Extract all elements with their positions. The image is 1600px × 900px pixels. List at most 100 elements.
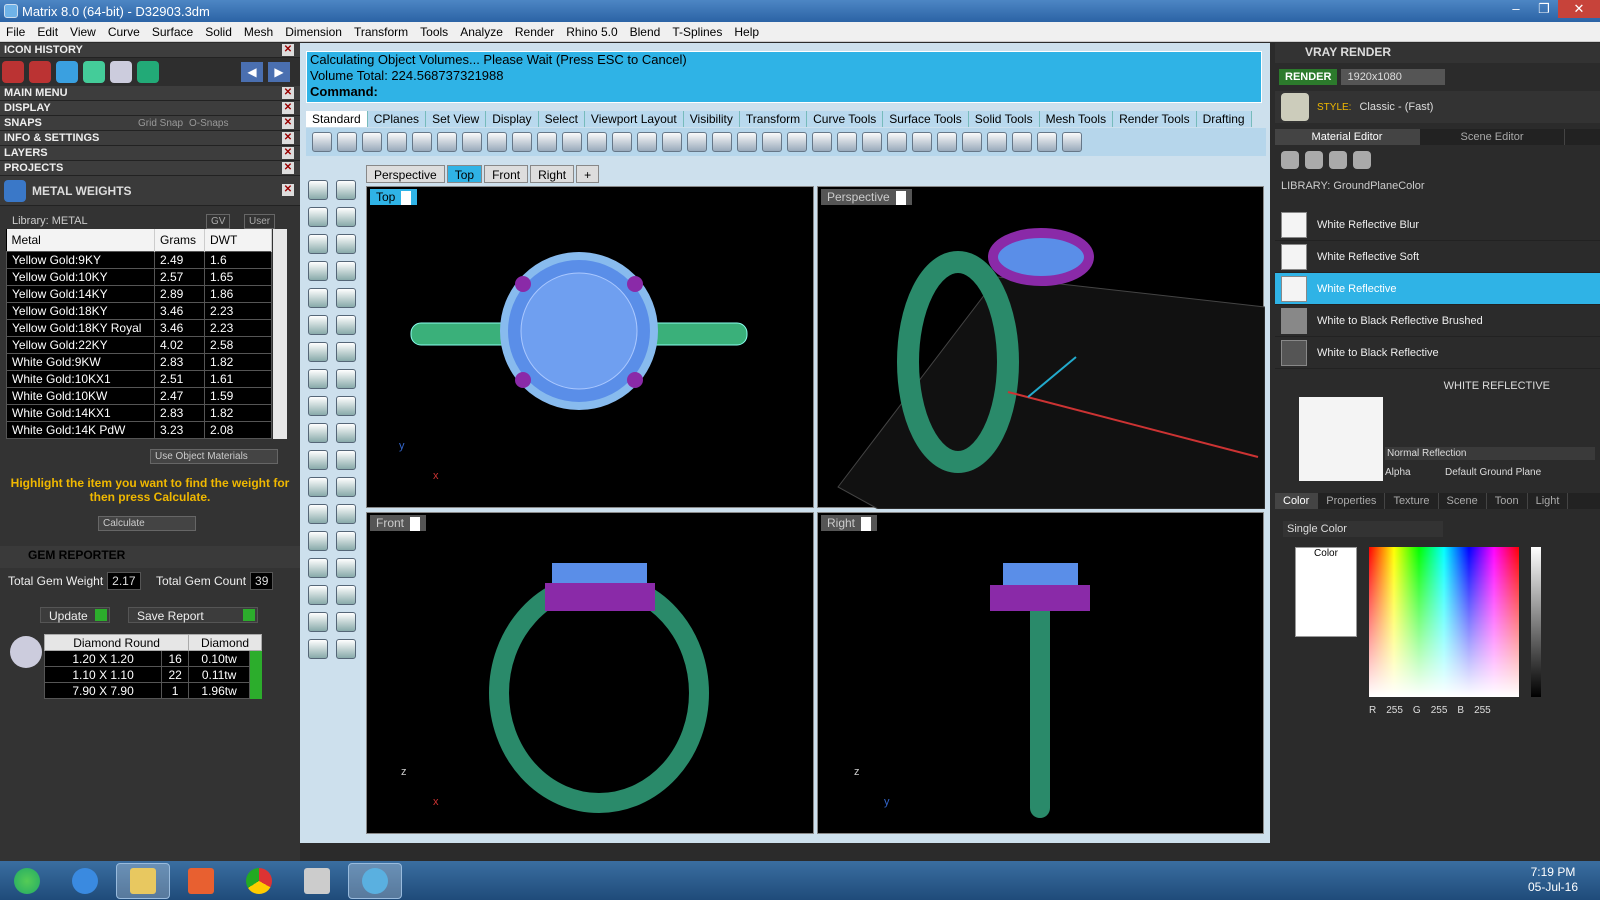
tool-tab[interactable]: Render Tools [1113,111,1197,127]
material-item[interactable]: White to Black Reflective Brushed [1275,305,1600,337]
toolbar-tool-icon[interactable] [362,132,382,152]
explorer-icon[interactable] [116,862,170,899]
column-header-dwt[interactable]: DWT [204,229,272,251]
start-button[interactable] [0,863,54,899]
modeling-tool-icon[interactable] [308,612,328,632]
tool-tab[interactable]: Select [538,111,585,127]
display-header[interactable]: DISPLAY ✕ [0,101,300,116]
menu-dimension[interactable]: Dimension [279,25,348,39]
modeling-tool-icon[interactable] [308,504,328,524]
calculator-icon[interactable] [290,863,344,899]
menu-tsplines[interactable]: T-Splines [666,25,728,39]
menu-blend[interactable]: Blend [624,25,667,39]
table-row[interactable]: White Gold:9KW 2.83 1.82 [6,352,272,371]
modeling-tool-icon[interactable] [336,180,356,200]
menu-tools[interactable]: Tools [414,25,454,39]
view-tab[interactable]: Top [446,165,483,183]
menu-file[interactable]: File [0,25,31,39]
history-tool-icon[interactable] [83,61,105,83]
material-item[interactable]: White Reflective Soft [1275,241,1600,273]
history-tool-icon[interactable] [29,61,51,83]
modeling-tool-icon[interactable] [336,261,356,281]
modeling-tool-icon[interactable] [336,207,356,227]
style-select[interactable]: Classic - (Fast) [1359,101,1433,113]
view-tab[interactable]: Right [530,165,575,183]
property-tab[interactable]: Color [1275,493,1319,509]
command-area[interactable]: Calculating Object Volumes... Please Wai… [306,51,1262,103]
toolbar-tool-icon[interactable] [662,132,682,152]
table-row[interactable]: White Gold:10KW 2.47 1.59 [6,386,272,405]
material-tool-icon[interactable] [1329,151,1347,169]
table-row[interactable]: White Gold:14KX1 2.83 1.82 [6,403,272,422]
modeling-tool-icon[interactable] [336,396,356,416]
modeling-tool-icon[interactable] [308,477,328,497]
minimize-button[interactable]: ‒ [1502,0,1530,18]
modeling-tool-icon[interactable] [336,423,356,443]
toolbar-tool-icon[interactable] [987,132,1007,152]
save-report-button[interactable]: Save Report [128,607,258,623]
tool-tab[interactable]: Transform [739,111,808,127]
command-prompt[interactable]: Command: [310,84,1261,100]
modeling-tool-icon[interactable] [336,315,356,335]
media-player-icon[interactable] [174,863,228,899]
toolbar-tool-icon[interactable] [312,132,332,152]
tool-tab[interactable]: Viewport Layout [584,111,684,127]
view-tab[interactable]: Front [484,165,529,183]
gem-select-arrow[interactable] [249,666,262,683]
user-toggle[interactable]: User [244,214,276,229]
toolbar-tool-icon[interactable] [537,132,557,152]
modeling-tool-icon[interactable] [308,396,328,416]
tool-tab[interactable]: Visibility [683,111,740,127]
toolbar-tool-icon[interactable] [437,132,457,152]
render-button[interactable]: RENDER [1279,69,1338,85]
modeling-tool-icon[interactable] [336,612,356,632]
viewport-top[interactable]: Top y x [366,186,814,508]
property-tab[interactable]: Texture [1385,493,1439,509]
view-tab[interactable]: Perspective [366,165,445,183]
toolbar-tool-icon[interactable] [862,132,882,152]
calculate-button[interactable]: Calculate [98,516,196,531]
history-tool-icon[interactable] [56,61,78,83]
menu-mesh[interactable]: Mesh [238,25,279,39]
close-icon[interactable]: ✕ [282,147,294,159]
toolbar-tool-icon[interactable] [762,132,782,152]
menu-analyze[interactable]: Analyze [454,25,509,39]
modeling-tool-icon[interactable] [336,531,356,551]
toolbar-tool-icon[interactable] [1037,132,1057,152]
r-value[interactable]: 255 [1386,705,1403,716]
viewport-front[interactable]: Front z x [366,512,814,834]
toolbar-tool-icon[interactable] [712,132,732,152]
b-value[interactable]: 255 [1474,705,1491,716]
restore-button[interactable]: ❐ [1530,0,1558,18]
layers-header[interactable]: LAYERS ✕ [0,146,300,161]
menu-render[interactable]: Render [509,25,560,39]
ie-icon[interactable] [58,863,112,899]
gem-row[interactable]: 1.20 X 1.20 16 0.10tw [43,650,262,667]
gem-select-arrow[interactable] [249,650,262,667]
table-row[interactable]: Yellow Gold:10KY 2.57 1.65 [6,267,272,286]
menu-surface[interactable]: Surface [146,25,199,39]
vray-render-header[interactable]: VRAY RENDER [1275,43,1600,63]
viewport-perspective[interactable]: Perspective [817,186,1266,510]
menu-edit[interactable]: Edit [31,25,64,39]
tool-tab[interactable]: Curve Tools [807,111,884,127]
matrix-app-icon[interactable] [348,862,402,899]
close-icon[interactable]: ✕ [282,117,294,129]
close-icon[interactable]: ✕ [282,162,294,174]
table-row[interactable]: Yellow Gold:14KY 2.89 1.86 [6,284,272,303]
tool-tab[interactable]: Drafting [1196,111,1252,127]
toolbar-tool-icon[interactable] [637,132,657,152]
toolbar-tool-icon[interactable] [337,132,357,152]
g-value[interactable]: 255 [1431,705,1448,716]
gv-toggle[interactable]: GV [206,214,231,229]
close-icon[interactable]: ✕ [282,87,294,99]
material-tool-icon[interactable] [1281,151,1299,169]
material-tool-icon[interactable] [1305,151,1323,169]
toolbar-tool-icon[interactable] [687,132,707,152]
tool-tab[interactable]: Standard [306,111,368,127]
close-icon[interactable]: ✕ [282,102,294,114]
toolbar-tool-icon[interactable] [1062,132,1082,152]
toolbar-tool-icon[interactable] [887,132,907,152]
table-row[interactable]: White Gold:10KX1 2.51 1.61 [6,369,272,388]
modeling-tool-icon[interactable] [308,423,328,443]
